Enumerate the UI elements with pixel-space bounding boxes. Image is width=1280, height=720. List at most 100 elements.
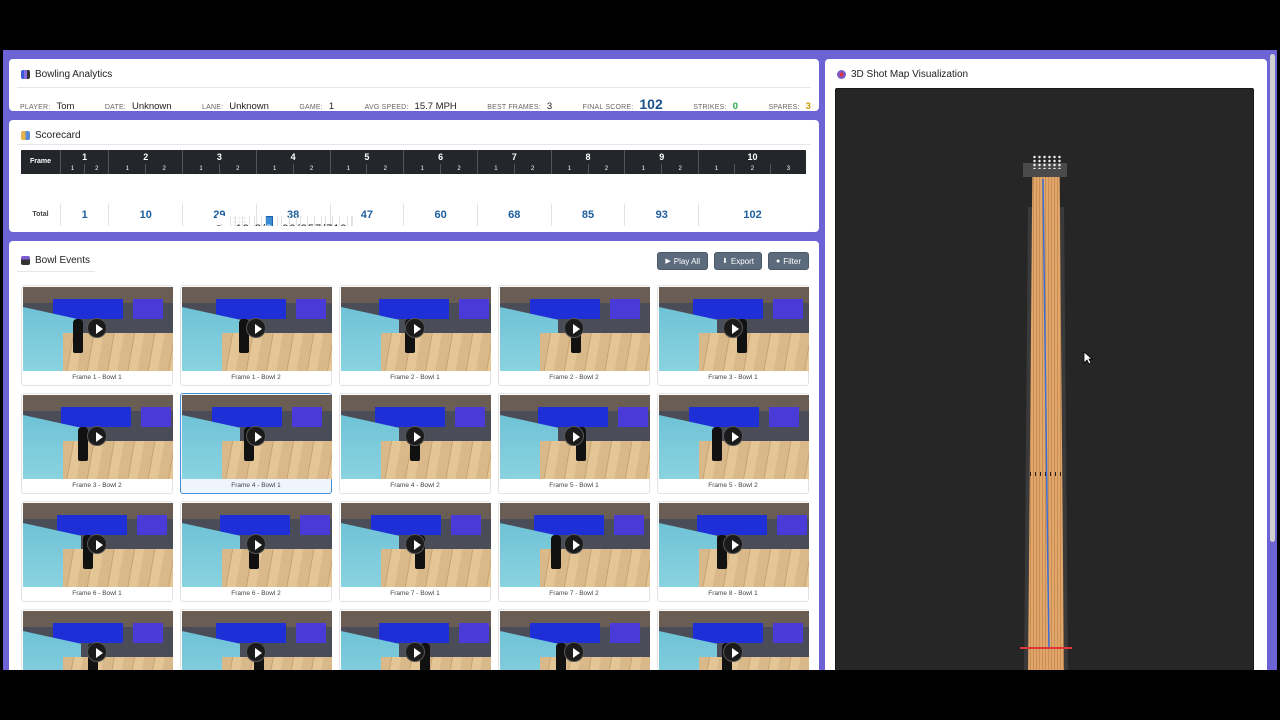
bowl-number: 1 (477, 163, 515, 174)
stat-value: 15.7 MPH (414, 101, 457, 112)
bowl-number: 2 (145, 163, 184, 174)
bowl-event-thumbnail[interactable]: Frame 6 - Bowl 2 (180, 501, 332, 602)
bowl-events-card: Bowl Events ▶ Play All ⬇ Export ● Filter Fram… (9, 241, 819, 670)
analytics-title: Bowling Analytics (21, 69, 112, 80)
bowl-number: 2 (734, 163, 771, 174)
bowl-event-caption: Frame 4 - Bowl 1 (231, 482, 281, 489)
play-icon[interactable] (405, 426, 425, 446)
play-icon[interactable] (564, 642, 584, 662)
video-preview (23, 503, 173, 587)
pins-cell: 9 (242, 216, 251, 226)
export-button[interactable]: ⬇ Export (713, 252, 762, 270)
frame-number: 7 (477, 150, 552, 164)
bowl-number: 2 (661, 163, 700, 174)
shot-map-canvas[interactable] (835, 88, 1254, 670)
button-label: Export (730, 256, 754, 266)
play-icon[interactable] (723, 642, 743, 662)
button-label: Filter (783, 256, 801, 266)
play-icon[interactable] (405, 318, 425, 338)
frame-number: 5 (330, 150, 405, 164)
bowl-event-thumbnail[interactable]: Frame 5 - Bowl 2 (657, 393, 809, 494)
bowl-event-thumbnail[interactable] (498, 609, 650, 670)
play-icon[interactable] (87, 318, 107, 338)
stat-item: BEST FRAMES: 3 (487, 101, 552, 112)
stat-label: FINAL SCORE: (582, 104, 634, 111)
pins-cell: 7 (325, 216, 334, 226)
bowl-event-thumbnail[interactable]: Frame 4 - Bowl 1 (180, 393, 332, 494)
bowl-event-thumbnail[interactable]: Frame 5 - Bowl 1 (498, 393, 650, 494)
analytics-title-text: Bowling Analytics (35, 69, 113, 80)
bowl-number: 1 (330, 163, 368, 174)
ball-path (1042, 179, 1050, 649)
bowl-event-caption: Frame 4 - Bowl 2 (390, 482, 440, 489)
bowl-number: 1 (60, 163, 86, 174)
bowl-event-thumbnail[interactable] (339, 609, 491, 670)
frame-total: 93 (624, 203, 700, 226)
bowl-number: 3 (770, 163, 806, 174)
play-icon[interactable] (246, 318, 266, 338)
pins-cell: 5 (307, 216, 315, 226)
play-icon[interactable] (723, 318, 743, 338)
bowl-number: 1 (256, 163, 294, 174)
scorecard-title-text: Scorecard (35, 130, 81, 141)
bowl-event-thumbnail[interactable]: Frame 3 - Bowl 2 (21, 393, 173, 494)
bowl-event-caption: Frame 7 - Bowl 2 (549, 590, 599, 597)
button-label: Play All (673, 256, 700, 266)
bowl-event-thumbnail[interactable]: Frame 7 - Bowl 1 (339, 501, 491, 602)
play-icon[interactable] (405, 534, 425, 554)
shot-map-title: 3D Shot Map Visualization (837, 69, 968, 80)
bowl-event-caption: Frame 6 - Bowl 1 (72, 590, 122, 597)
bowl-event-thumbnail[interactable]: Frame 7 - Bowl 2 (498, 501, 650, 602)
analytics-card: Bowling Analytics PLAYER: Tom DATE: Unknown… (9, 59, 819, 112)
filter-button[interactable]: ● Filter (767, 252, 809, 270)
bowl-event-thumbnail[interactable]: Frame 3 - Bowl 1 (657, 285, 809, 386)
export-icon: ⬇ (721, 258, 728, 265)
bowl-event-thumbnail[interactable] (21, 609, 173, 670)
frame-total: 102 (698, 203, 806, 226)
play-icon[interactable] (87, 642, 107, 662)
bowl-number: 2 (219, 163, 257, 174)
bowl-event-thumbnail[interactable] (657, 609, 809, 670)
bowl-event-thumbnail[interactable]: Frame 2 - Bowl 1 (339, 285, 491, 386)
video-preview (341, 395, 491, 479)
play-icon[interactable] (564, 318, 584, 338)
bowl-event-thumbnail[interactable]: Frame 1 - Bowl 2 (180, 285, 332, 386)
pins-row-label: Pins (216, 216, 232, 226)
bowl-event-caption: Frame 3 - Bowl 1 (708, 374, 758, 381)
bowl-event-thumbnail[interactable]: Frame 1 - Bowl 1 (21, 285, 173, 386)
pins-cell-selected: 9 (264, 215, 274, 226)
play-icon[interactable] (564, 534, 584, 554)
bar-chart-icon (21, 70, 30, 79)
frame-total: 10 (108, 203, 184, 226)
pins-cell: 1 (332, 216, 341, 226)
bowl-event-thumbnail[interactable]: Frame 2 - Bowl 2 (498, 285, 650, 386)
play-all-button[interactable]: ▶ Play All (657, 252, 708, 270)
play-icon[interactable] (246, 534, 266, 554)
play-icon[interactable] (405, 642, 425, 662)
bowl-event-thumbnail[interactable]: Frame 4 - Bowl 2 (339, 393, 491, 494)
bowl-number: 2 (440, 163, 478, 174)
video-preview (500, 503, 650, 587)
bowl-event-caption: Frame 1 - Bowl 1 (72, 374, 122, 381)
video-preview (500, 395, 650, 479)
video-preview (23, 395, 173, 479)
video-preview (182, 503, 332, 587)
video-preview (23, 611, 173, 670)
bowl-event-thumbnail[interactable]: Frame 8 - Bowl 1 (657, 501, 809, 602)
play-icon[interactable] (723, 534, 743, 554)
video-preview (182, 611, 332, 670)
divider (17, 271, 95, 272)
play-icon[interactable] (246, 642, 266, 662)
play-icon[interactable] (564, 426, 584, 446)
stat-label: SPARES: (768, 104, 800, 111)
stat-item: GAME: 1 (299, 101, 334, 112)
play-icon[interactable] (87, 534, 107, 554)
page-scrollbar[interactable] (1270, 54, 1275, 542)
play-icon[interactable] (87, 426, 107, 446)
play-icon[interactable] (246, 426, 266, 446)
total-row-label: Total (21, 203, 61, 226)
frame-number: 4 (256, 150, 331, 164)
bowl-event-thumbnail[interactable] (180, 609, 332, 670)
play-icon[interactable] (723, 426, 743, 446)
bowl-event-thumbnail[interactable]: Frame 6 - Bowl 1 (21, 501, 173, 602)
